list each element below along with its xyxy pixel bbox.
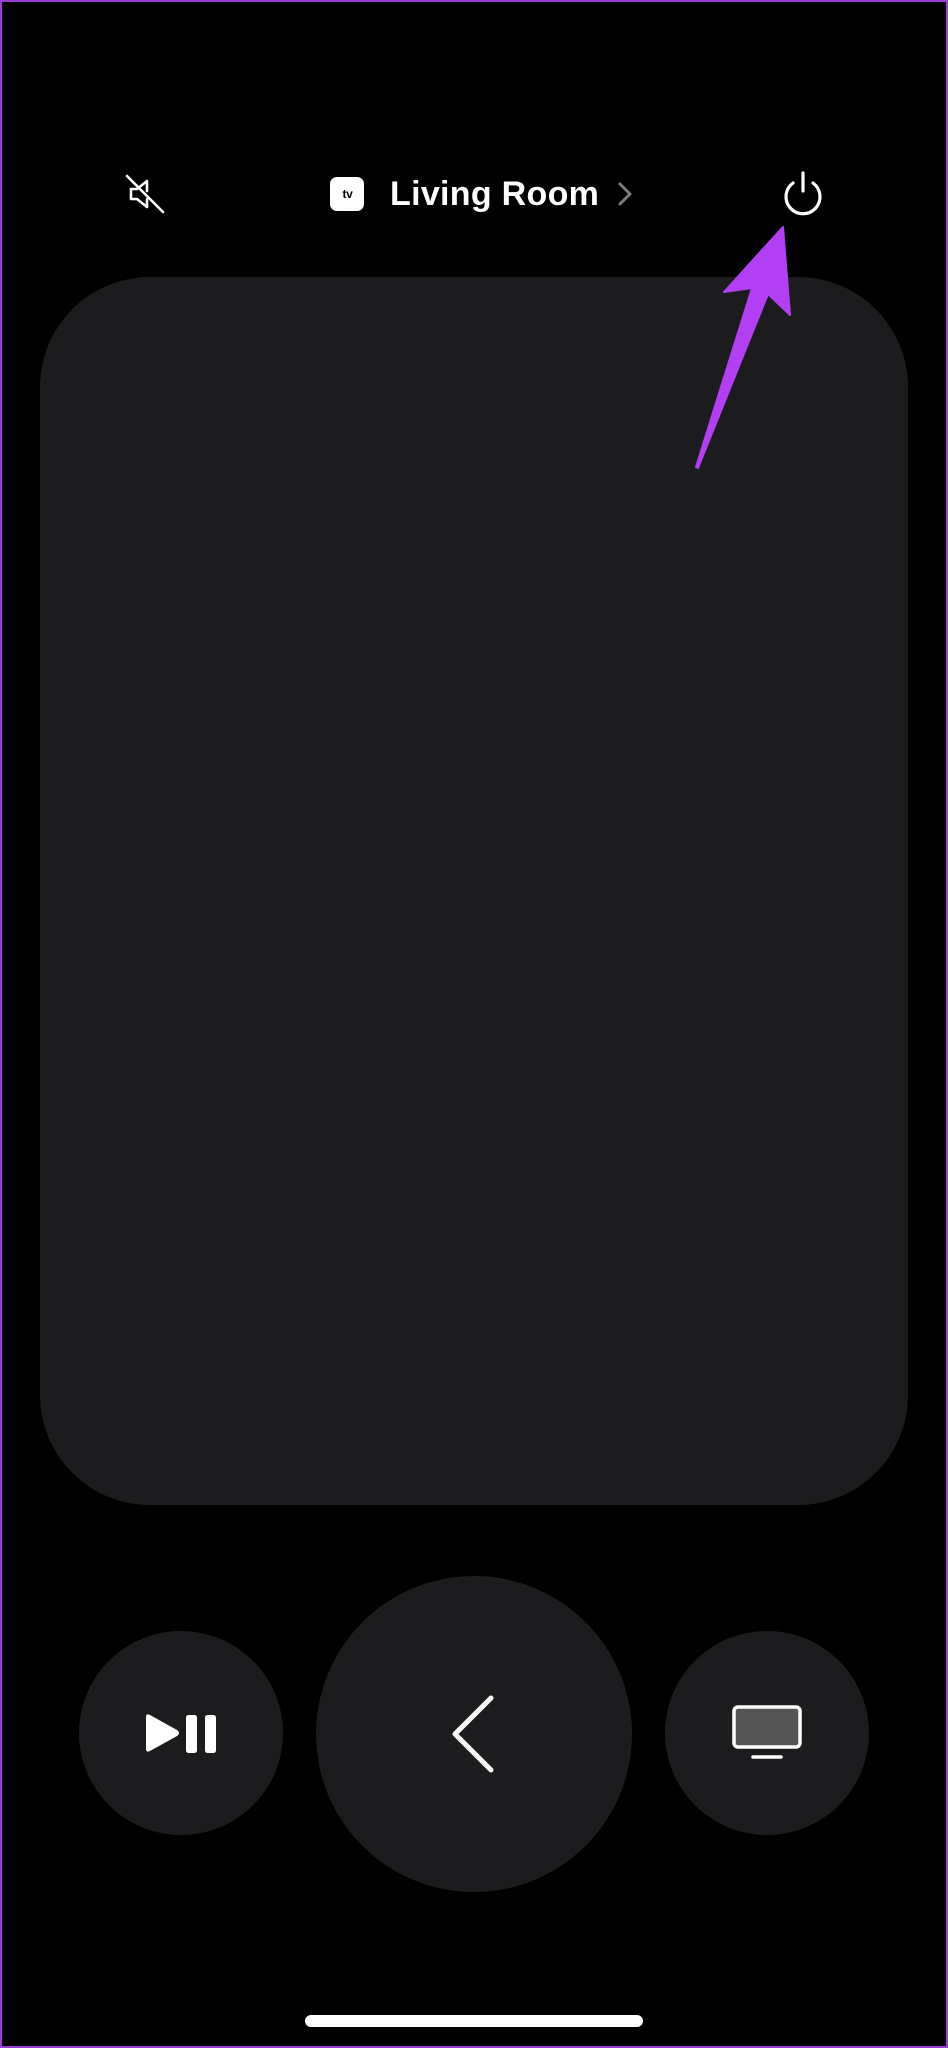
apple-tv-badge: tv (330, 177, 364, 211)
home-indicator[interactable] (305, 2015, 643, 2027)
play-pause-icon (146, 1714, 216, 1753)
remote-top-bar: tv Living Room (0, 150, 948, 238)
play-pause-button[interactable] (79, 1631, 283, 1835)
chevron-right-icon (617, 181, 633, 207)
mute-button[interactable] (110, 164, 180, 224)
back-button[interactable] (316, 1576, 632, 1892)
apple-tv-badge-text: tv (342, 187, 353, 201)
chevron-left-icon (452, 1695, 494, 1773)
power-button[interactable] (770, 164, 836, 224)
speaker-slash-icon (125, 174, 165, 214)
power-icon (784, 171, 822, 216)
device-name: Living Room (390, 174, 600, 213)
tv-icon (732, 1705, 802, 1759)
touch-surface[interactable] (40, 277, 908, 1505)
tv-button[interactable] (665, 1631, 869, 1835)
device-selector[interactable]: tv Living Room (330, 164, 633, 224)
